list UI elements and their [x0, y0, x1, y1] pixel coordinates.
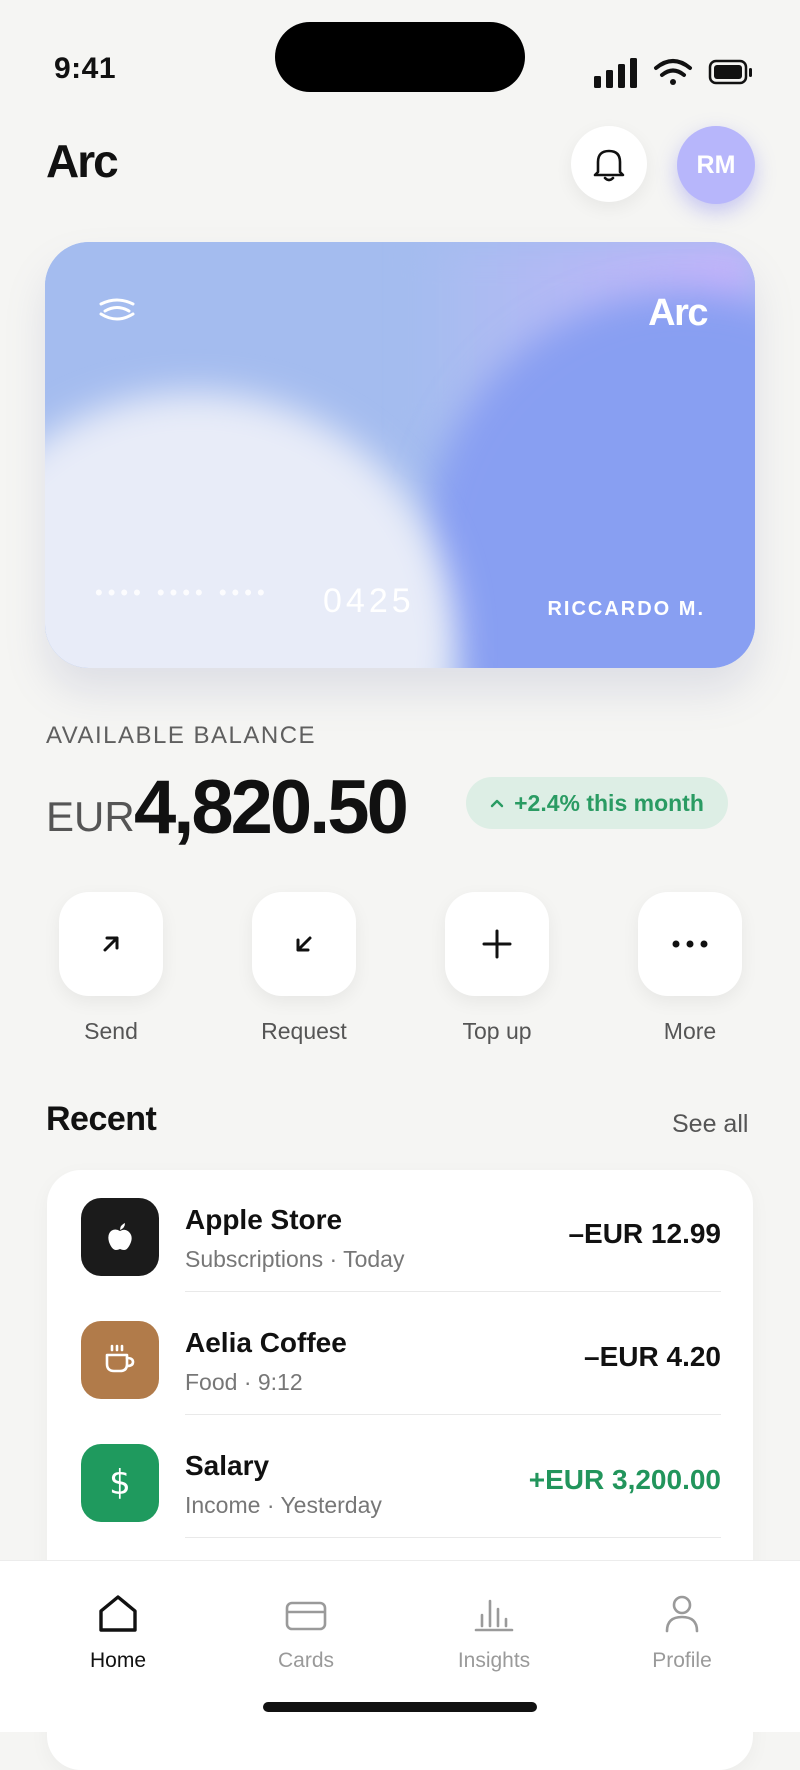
- more-button[interactable]: [638, 892, 742, 996]
- tab-profile[interactable]: Profile: [612, 1585, 752, 1673]
- plus-icon: [482, 929, 512, 959]
- top-up-label: Top up: [462, 1018, 532, 1044]
- notifications-button[interactable]: [571, 126, 647, 202]
- tab-label: Cards: [277, 1649, 335, 1672]
- wifi-icon: [654, 59, 692, 85]
- recent-title: Recent: [46, 1100, 157, 1138]
- tab-home[interactable]: Home: [48, 1585, 188, 1673]
- home-icon: [99, 1595, 137, 1632]
- dollar-icon: $: [109, 1463, 131, 1503]
- transaction-icon: [81, 1198, 159, 1276]
- apple-icon: [108, 1223, 132, 1250]
- list-item[interactable]: $ Salary Income · Yesterday +EUR 3,200.0…: [47, 1416, 753, 1538]
- request-button[interactable]: [252, 892, 356, 996]
- transaction-name: Apple Store: [185, 1204, 343, 1235]
- status-time: 9:41: [54, 52, 117, 85]
- arrow-up-right-icon: [103, 936, 119, 952]
- list-item[interactable]: Apple Store Subscriptions · Today –EUR 1…: [47, 1170, 753, 1292]
- app-title: Arc: [46, 135, 119, 187]
- balance-currency: EUR: [46, 793, 135, 840]
- transaction-meta: Subscriptions · Today: [185, 1246, 405, 1272]
- transaction-meta: Income · Yesterday: [185, 1492, 382, 1518]
- balance-amount: 4,820.50: [134, 765, 409, 850]
- top-up-button[interactable]: [445, 892, 549, 996]
- arrow-down-left-icon: [296, 936, 312, 952]
- card-last4: 0425: [323, 582, 415, 620]
- action-top-up[interactable]: Top up: [445, 892, 549, 1045]
- person-icon: [665, 1595, 699, 1633]
- chevron-up-icon: [490, 799, 504, 808]
- chart-icon: [474, 1599, 514, 1632]
- balance-label: AVAILABLE BALANCE: [46, 722, 317, 749]
- dynamic-island: [275, 22, 525, 92]
- bell-icon: [593, 149, 625, 182]
- avatar[interactable]: RM: [677, 126, 755, 204]
- transaction-amount: +EUR 3,200.00: [528, 1464, 721, 1495]
- divider: [185, 1414, 721, 1415]
- contactless-icon: [99, 298, 135, 321]
- send-button[interactable]: [59, 892, 163, 996]
- action-request[interactable]: Request: [252, 892, 356, 1045]
- transaction-meta: Food · 9:12: [185, 1369, 303, 1395]
- tab-label: Profile: [652, 1649, 712, 1672]
- action-more[interactable]: More: [638, 892, 742, 1045]
- divider: [185, 1291, 721, 1292]
- transaction-amount: –EUR 12.99: [568, 1218, 721, 1249]
- balance-change-text: +2.4% this month: [514, 789, 704, 816]
- more-label: More: [663, 1018, 717, 1044]
- see-all-link[interactable]: See all: [672, 1110, 748, 1139]
- transaction-icon: [81, 1321, 159, 1399]
- more-icon: [672, 940, 708, 948]
- tab-label: Insights: [457, 1649, 531, 1672]
- transaction-icon: $: [81, 1444, 159, 1522]
- transaction-name: Salary: [185, 1450, 270, 1481]
- payment-card[interactable]: Arc •••• •••• •••• 0425 RICCARDO M.: [45, 242, 755, 668]
- transaction-name: Aelia Coffee: [185, 1327, 347, 1358]
- card-holder: RICCARDO M.: [547, 598, 705, 620]
- card-icon: [285, 1601, 327, 1631]
- transaction-amount: –EUR 4.20: [584, 1341, 721, 1372]
- card-masked-digits: •••• •••• ••••: [95, 580, 270, 605]
- action-send[interactable]: Send: [59, 892, 163, 1045]
- tab-cards[interactable]: Cards: [236, 1585, 376, 1673]
- send-label: Send: [84, 1018, 138, 1044]
- status-icons: [592, 56, 762, 90]
- balance-change-badge: +2.4% this month: [466, 777, 728, 829]
- divider: [185, 1537, 721, 1538]
- home-indicator[interactable]: [263, 1702, 537, 1712]
- tab-insights[interactable]: Insights: [424, 1585, 564, 1673]
- request-label: Request: [261, 1018, 347, 1044]
- list-item[interactable]: Aelia Coffee Food · 9:12 –EUR 4.20: [47, 1293, 753, 1415]
- card-brand: Arc: [648, 292, 708, 334]
- battery-icon: [708, 59, 752, 85]
- tab-label: Home: [89, 1649, 147, 1672]
- coffee-icon: [105, 1344, 135, 1373]
- signal-icon: [594, 58, 637, 88]
